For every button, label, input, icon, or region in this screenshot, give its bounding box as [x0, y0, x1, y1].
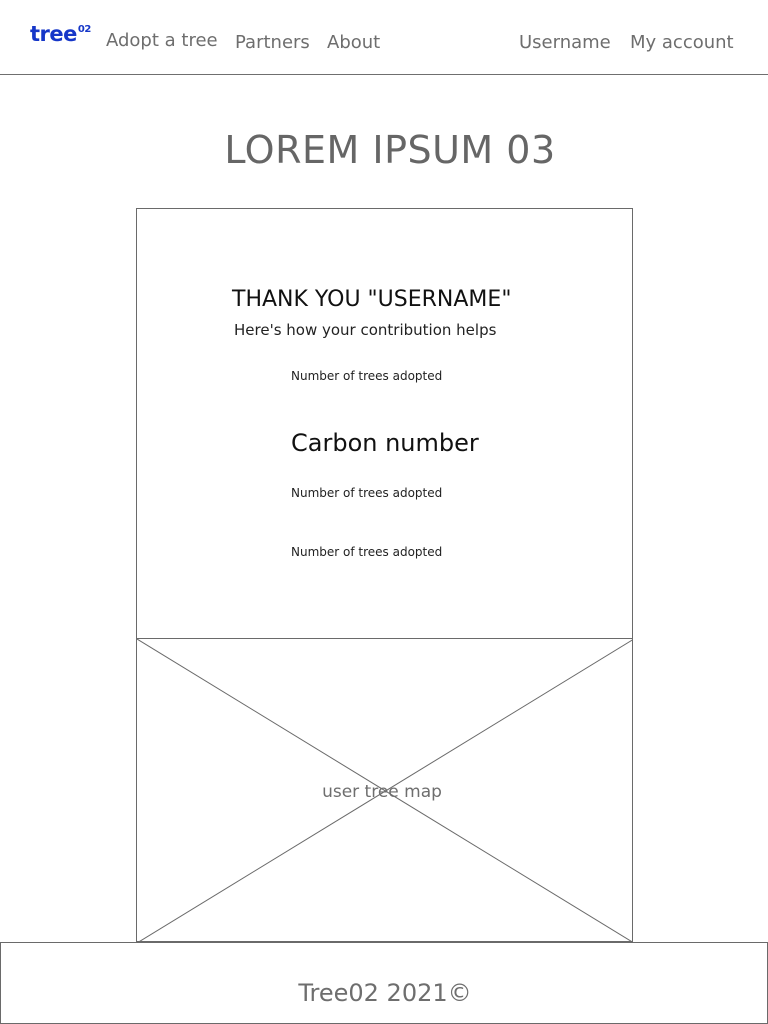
logo-superscript: 02 [77, 24, 91, 35]
thank-you-heading: THANK YOU "USERNAME" [232, 287, 512, 312]
carbon-number: Carbon number [291, 429, 479, 457]
logo-text: tree [30, 22, 77, 46]
nav-adopt-a-tree-link[interactable]: Adopt a tree [106, 32, 218, 50]
trees-adopted-stat-2: Number of trees adopted [291, 486, 443, 500]
contribution-subheading: Here's how your contribution helps [234, 321, 497, 339]
nav-my-account-link[interactable]: My account [630, 34, 734, 52]
nav-partners-link[interactable]: Partners [235, 34, 310, 52]
map-label: user tree map [322, 782, 442, 802]
top-navigation-bar: tree02 Adopt a tree Partners About Usern… [0, 0, 768, 75]
contribution-card: THANK YOU "USERNAME" Here's how your con… [136, 208, 633, 639]
footer-copyright: Tree02 2021© [298, 979, 472, 1007]
user-tree-map-placeholder[interactable]: user tree map [136, 638, 633, 942]
nav-username-link[interactable]: Username [519, 34, 611, 52]
page-title: LOREM IPSUM 03 [224, 128, 556, 172]
page: tree02 Adopt a tree Partners About Usern… [0, 0, 768, 1024]
trees-adopted-stat-3: Number of trees adopted [291, 545, 443, 559]
nav-about-link[interactable]: About [327, 34, 380, 52]
trees-adopted-stat-1: Number of trees adopted [291, 369, 443, 383]
footer: Tree02 2021© [0, 942, 768, 1024]
tree02-logo[interactable]: tree02 [30, 24, 91, 45]
